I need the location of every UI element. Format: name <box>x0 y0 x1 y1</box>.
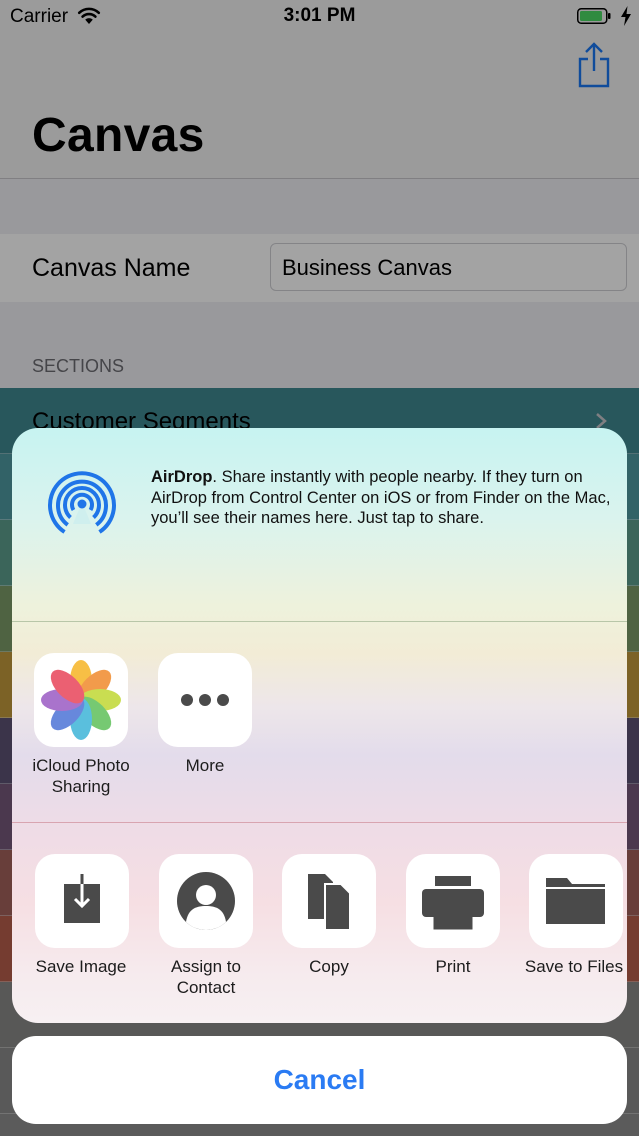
sheet-divider <box>12 621 627 622</box>
save-image-tile[interactable] <box>35 854 129 948</box>
sheet-divider <box>12 822 627 823</box>
action-label: Assign to Contact <box>171 957 241 997</box>
save-to-files-tile[interactable] <box>529 854 623 948</box>
action-label: Save to Files <box>524 957 624 976</box>
folder-icon <box>546 878 605 924</box>
save-image-icon <box>64 874 100 923</box>
assign-contact-tile[interactable] <box>159 854 253 948</box>
airdrop-section[interactable]: AirDrop. Share instantly with people nea… <box>12 428 627 621</box>
action-label: Print <box>435 957 471 976</box>
photos-app-tile[interactable] <box>34 653 128 747</box>
action-label: Copy <box>309 957 349 976</box>
print-icon <box>422 876 484 930</box>
airdrop-icon <box>48 471 116 534</box>
photos-icon <box>41 660 121 740</box>
airdrop-body: . Share instantly with people nearby. If… <box>151 468 611 527</box>
contact-icon <box>177 872 235 930</box>
airdrop-title: AirDrop <box>151 468 213 486</box>
cancel-button[interactable]: Cancel <box>12 1036 627 1124</box>
copy-icon <box>308 874 351 931</box>
more-icon <box>181 694 229 706</box>
action-label: Save Image <box>35 957 127 976</box>
app-label: iCloud Photo Sharing <box>32 756 130 796</box>
more-tile[interactable] <box>158 653 252 747</box>
airdrop-description: AirDrop. Share instantly with people nea… <box>151 467 613 529</box>
cancel-label: Cancel <box>273 1064 366 1095</box>
copy-tile[interactable] <box>282 854 376 948</box>
share-sheet: AirDrop. Share instantly with people nea… <box>12 428 627 1023</box>
app-label: More <box>185 756 225 775</box>
print-tile[interactable] <box>406 854 500 948</box>
